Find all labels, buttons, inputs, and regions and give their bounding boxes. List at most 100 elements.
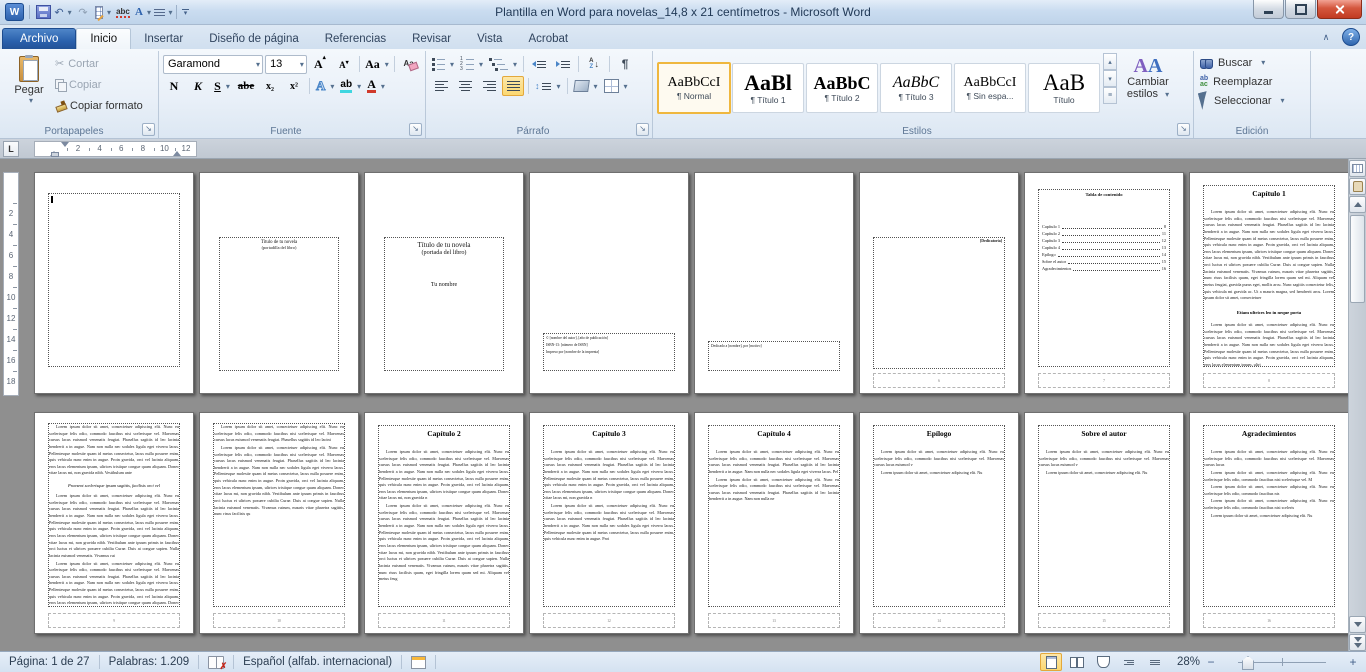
sort-button[interactable]: AZ↓	[583, 54, 605, 74]
next-page-button[interactable]	[1349, 634, 1366, 651]
align-center-button[interactable]	[454, 76, 476, 96]
style-titulo[interactable]: AaBTítulo	[1028, 63, 1100, 113]
tab-referencias[interactable]: Referencias	[312, 29, 399, 49]
page-thumbnail-10[interactable]: Lorem ipsum dolor sit amet, consectetuer…	[199, 412, 359, 634]
paragraph-dialog-launcher[interactable]: ↘	[636, 123, 649, 136]
tab-insertar[interactable]: Insertar	[131, 29, 196, 49]
decrease-indent-button[interactable]	[528, 54, 550, 74]
page-thumbnail-5[interactable]: Dedicado a [nombre], por [motivo]	[694, 172, 854, 394]
numbering-button[interactable]: 123 ▾	[458, 54, 485, 74]
draw-table-button[interactable]: ▾	[95, 4, 111, 20]
strikethrough-button[interactable]: abe	[235, 76, 257, 96]
left-indent-marker[interactable]	[51, 152, 59, 157]
page-thumbnail-2[interactable]: Título de tu novela(portadilla del libro…	[199, 172, 359, 394]
view-ruler-toggle-button[interactable]	[1349, 160, 1366, 177]
justify-button[interactable]	[502, 76, 524, 96]
status-word-count[interactable]: Palabras: 1.209	[100, 655, 200, 669]
replace-button[interactable]: abacReemplazar	[1198, 72, 1306, 91]
right-indent-marker[interactable]	[173, 151, 181, 156]
subscript-button[interactable]: x₂	[259, 76, 281, 96]
tab-archivo[interactable]: Archivo	[2, 28, 76, 49]
text-effects-button[interactable]: A▾	[314, 76, 336, 96]
format-painter-button[interactable]: Copiar formato	[52, 95, 146, 116]
find-button[interactable]: Buscar▾	[1198, 53, 1306, 72]
redo-button[interactable]: ↷	[75, 4, 91, 20]
change-styles-button[interactable]: AA Cambiar estilos ▾	[1117, 53, 1179, 123]
clipboard-dialog-launcher[interactable]: ↘	[142, 123, 155, 136]
status-language[interactable]: Español (alfab. internacional)	[234, 655, 402, 669]
document-area[interactable]: 24681012141618 Título de tu novela(porta…	[0, 159, 1366, 651]
view-outline-button[interactable]	[1118, 653, 1140, 671]
help-button[interactable]: ?	[1342, 28, 1360, 46]
highlight-button[interactable]: ab▾	[338, 76, 363, 96]
page-thumbnail-11[interactable]: Capítulo 2Lorem ipsum dolor sit amet, co…	[364, 412, 524, 634]
customize-qat-button[interactable]: ▾	[182, 9, 189, 16]
page-thumbnail-16[interactable]: AgradecimientosLorem ipsum dolor sit ame…	[1189, 412, 1349, 634]
page-thumbnail-12[interactable]: Capítulo 3Lorem ipsum dolor sit amet, co…	[529, 412, 689, 634]
shading-button[interactable]: ▾	[572, 76, 600, 96]
font-dialog-launcher[interactable]: ↘	[409, 123, 422, 136]
style-titulo-2[interactable]: AaBbC¶ Título 2	[806, 63, 878, 113]
collapse-ribbon-button[interactable]: ∧	[1316, 29, 1336, 45]
view-fullscreen-reading-button[interactable]	[1066, 653, 1088, 671]
paste-button[interactable]: Pegar ▾	[6, 53, 52, 123]
underline-button[interactable]: S▾	[211, 76, 233, 96]
line-spacing-button[interactable]: ↕▾	[533, 76, 563, 96]
copy-button[interactable]: Copiar	[52, 74, 146, 95]
status-macro[interactable]	[402, 655, 436, 669]
page-thumbnail-15[interactable]: Sobre el autorLorem ipsum dolor sit amet…	[1024, 412, 1184, 634]
tab-vista[interactable]: Vista	[464, 29, 515, 49]
font-dialog-button[interactable]: A▾	[135, 4, 151, 20]
vertical-ruler[interactable]: 24681012141618	[3, 172, 19, 396]
view-print-layout-button[interactable]	[1040, 653, 1062, 671]
zoom-in-button[interactable]: +	[1346, 655, 1360, 669]
style-normal[interactable]: AaBbCcI¶ Normal	[657, 62, 731, 114]
page-thumbnail-8[interactable]: Capítulo 1Lorem ipsum dolor sit amet, co…	[1189, 172, 1349, 394]
styles-dialog-launcher[interactable]: ↘	[1177, 123, 1190, 136]
increase-indent-button[interactable]	[552, 54, 574, 74]
change-case-button[interactable]: Aa▾	[364, 54, 390, 74]
style-titulo-1[interactable]: AaBl¶ Título 1	[732, 63, 804, 113]
vertical-scrollbar[interactable]	[1348, 159, 1366, 651]
pan-tool-button[interactable]	[1349, 178, 1366, 195]
page-thumbnail-9[interactable]: Lorem ipsum dolor sit amet, consectetuer…	[34, 412, 194, 634]
first-line-indent-marker[interactable]	[61, 142, 69, 147]
view-draft-button[interactable]	[1144, 653, 1166, 671]
undo-button[interactable]: ↶▾	[55, 4, 71, 20]
minimize-button[interactable]	[1253, 0, 1284, 19]
font-family-combo[interactable]: Garamond ▾	[163, 55, 263, 74]
font-color-button[interactable]: A▾	[365, 76, 387, 96]
cut-button[interactable]: ✂Cortar	[52, 53, 146, 74]
page-thumbnail-1[interactable]	[34, 172, 194, 394]
styles-scroll-down[interactable]: ▾	[1103, 70, 1117, 87]
bold-button[interactable]: N	[163, 76, 185, 96]
zoom-level[interactable]: 28%	[1170, 656, 1200, 668]
tab-diseno-de-pagina[interactable]: Diseño de página	[196, 29, 312, 49]
align-left-button[interactable]	[430, 76, 452, 96]
page-thumbnail-14[interactable]: EpílogoLorem ipsum dolor sit amet, conse…	[859, 412, 1019, 634]
superscript-button[interactable]: x²	[283, 76, 305, 96]
page-thumbnail-3[interactable]: Título de tu novela(portada del libro)Tu…	[364, 172, 524, 394]
restore-button[interactable]	[1285, 0, 1316, 19]
bullets-button[interactable]: ▾	[430, 54, 456, 74]
align-right-button[interactable]	[478, 76, 500, 96]
styles-gallery-expand[interactable]: ≡	[1103, 87, 1117, 104]
style-titulo-3[interactable]: AaBbC¶ Título 3	[880, 63, 952, 113]
styles-scroll-up[interactable]: ▴	[1103, 53, 1117, 70]
italic-button[interactable]: K	[187, 76, 209, 96]
paste-dropdown-icon[interactable]: ▾	[29, 96, 33, 105]
tab-inicio[interactable]: Inicio	[76, 28, 131, 50]
status-proofing[interactable]	[199, 655, 234, 669]
borders-button[interactable]: ▾	[602, 76, 630, 96]
tab-stop-selector[interactable]: L	[3, 141, 19, 157]
clear-formatting-button[interactable]	[399, 54, 421, 74]
page-thumbnail-7[interactable]: Tabla de contenidoCapítulo 18Capítulo 21…	[1024, 172, 1184, 394]
zoom-out-button[interactable]: −	[1204, 655, 1218, 669]
show-marks-button[interactable]: ¶	[614, 54, 636, 74]
grow-font-button[interactable]: A▴	[309, 54, 331, 74]
scroll-down-button[interactable]	[1349, 616, 1366, 633]
scrollbar-thumb[interactable]	[1350, 215, 1365, 303]
scroll-up-button[interactable]	[1349, 196, 1366, 213]
horizontal-ruler[interactable]: 24681012	[34, 141, 197, 157]
font-size-combo[interactable]: 13 ▾	[265, 55, 307, 74]
